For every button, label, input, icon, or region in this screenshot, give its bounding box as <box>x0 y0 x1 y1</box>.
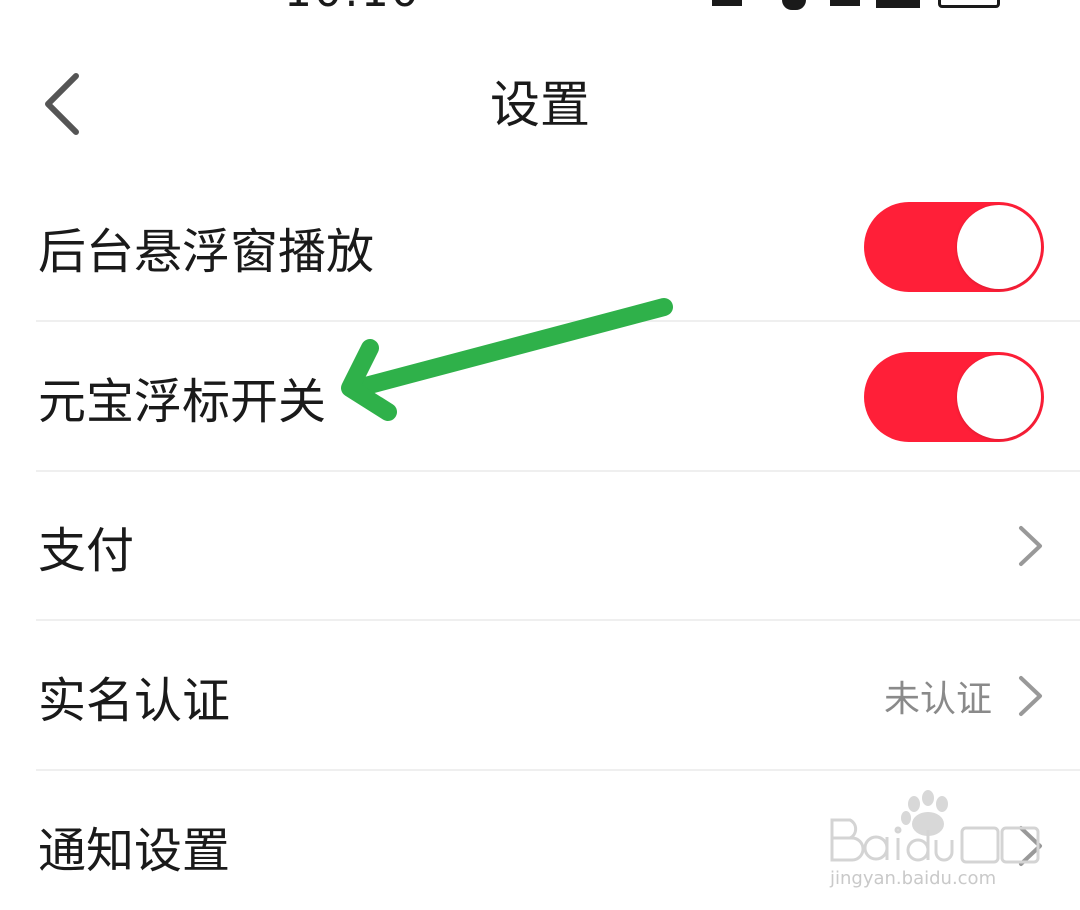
signal-icon <box>830 0 860 6</box>
chevron-right-icon <box>1019 676 1042 716</box>
setting-row-payment[interactable]: 支付 <box>0 471 1080 621</box>
setting-row-real-name[interactable]: 实名认证 未认证 <box>0 621 1080 771</box>
battery-icon <box>938 0 1000 8</box>
status-time: 10:10 <box>284 0 421 14</box>
wifi-icon <box>782 0 806 10</box>
toggle-knob <box>957 205 1041 289</box>
setting-label: 支付 <box>38 523 135 579</box>
setting-label: 后台悬浮窗播放 <box>38 224 375 280</box>
setting-row-floating-window: 后台悬浮窗播放 <box>0 172 1080 322</box>
settings-screen: 10:10 设置 后台悬浮窗播放 元宝浮标开关 支付 实名认证 未认证 <box>0 0 1080 910</box>
verification-status: 未认证 <box>883 679 992 720</box>
baidu-jingyan-logo <box>830 790 1040 864</box>
yuanbao-float-toggle[interactable] <box>864 352 1044 442</box>
sim-icon <box>712 0 742 6</box>
page-title: 设置 <box>490 76 590 134</box>
watermark-url: jingyan.baidu.com <box>830 868 997 889</box>
signal-bars-icon <box>876 0 920 8</box>
setting-row-yuanbao-float: 元宝浮标开关 <box>0 322 1080 472</box>
status-bar: 10:10 <box>0 0 1080 14</box>
setting-label: 通知设置 <box>38 823 231 879</box>
baidu-jingyan-watermark: jingyan.baidu.com <box>826 790 1046 890</box>
toggle-knob <box>957 355 1041 439</box>
setting-label: 元宝浮标开关 <box>38 374 327 430</box>
floating-window-toggle[interactable] <box>864 202 1044 292</box>
chevron-right-icon <box>1019 526 1042 566</box>
setting-label: 实名认证 <box>38 673 231 729</box>
